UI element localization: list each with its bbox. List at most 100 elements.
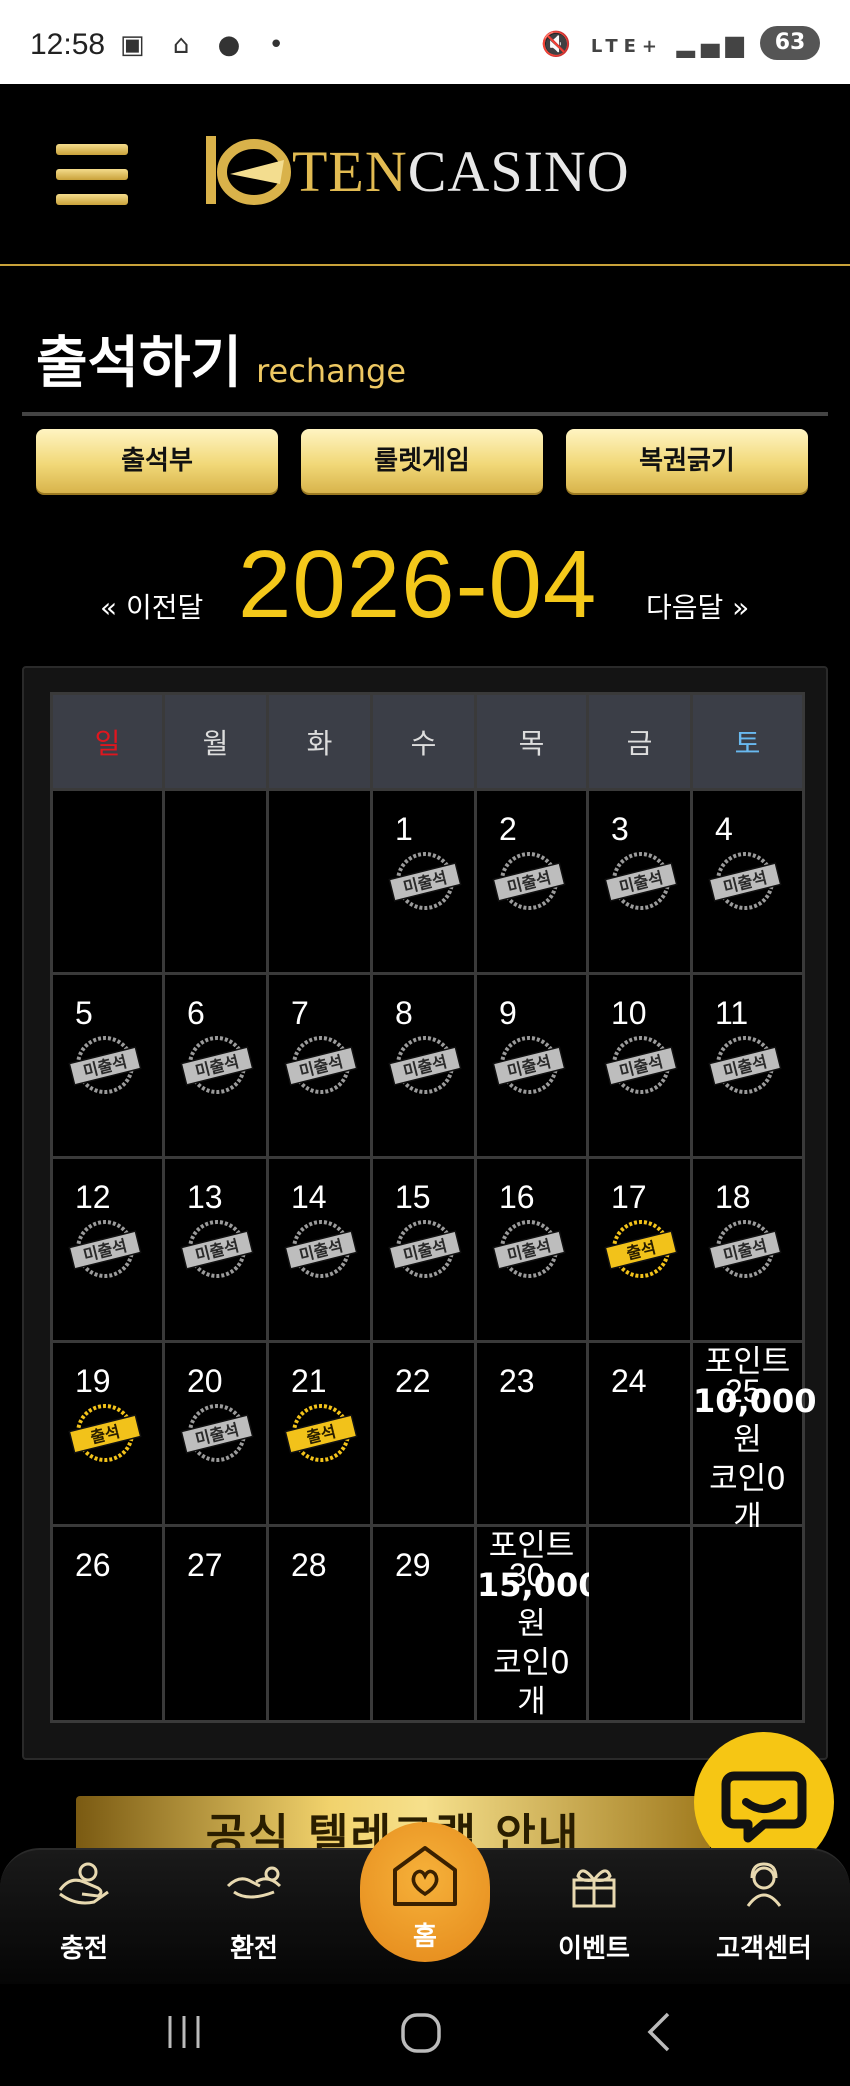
status-time: 12:58 bbox=[30, 28, 106, 61]
page-subtitle: rechange bbox=[256, 352, 406, 390]
calendar-day-cell: 15 미출석 bbox=[370, 1156, 477, 1343]
nav-home[interactable]: 홈 bbox=[360, 1822, 490, 1962]
tab-roulette-game[interactable]: 룰렛게임 bbox=[301, 429, 543, 493]
day-number: 11 bbox=[715, 995, 749, 1031]
calendar-day-cell: 5 미출석 bbox=[50, 972, 165, 1159]
weekday-fri: 금 bbox=[586, 692, 693, 791]
reward-point-label: 포인트 bbox=[704, 1344, 791, 1380]
weekday-sat: 토 bbox=[690, 692, 805, 791]
reward-unit: 원 bbox=[517, 1606, 546, 1642]
calendar-day-cell: 28 bbox=[266, 1524, 373, 1723]
weekday-thu: 목 bbox=[474, 692, 589, 791]
calendar-day-cell: 17 출석 bbox=[586, 1156, 693, 1343]
calendar-day-cell: 21 출석 bbox=[266, 1340, 373, 1527]
status-notification-icons: ▣ ⌂ ● • bbox=[120, 30, 294, 60]
menu-icon[interactable] bbox=[56, 144, 128, 206]
page-title-text: 출석하기 bbox=[36, 331, 243, 396]
reward-amount: 15,000 bbox=[477, 1566, 601, 1604]
absent-stamp-icon: 미출석 bbox=[604, 1036, 678, 1094]
gift-icon bbox=[572, 1869, 616, 1908]
day-number: 12 bbox=[75, 1179, 111, 1215]
calendar-day-cell: 26 bbox=[50, 1524, 165, 1723]
day-number: 22 bbox=[395, 1363, 431, 1399]
calendar-day-cell: 11 미출석 bbox=[690, 972, 805, 1159]
day-number: 23 bbox=[499, 1363, 535, 1399]
calendar-day-cell: 14 미출석 bbox=[266, 1156, 373, 1343]
logo-ten: TEN bbox=[292, 139, 408, 204]
back-icon[interactable] bbox=[640, 2010, 680, 2054]
tab-attendance-book[interactable]: 출석부 bbox=[36, 429, 278, 493]
calendar-day-cell: 30 포인트 15,000 원 코인0 개 bbox=[474, 1524, 601, 1723]
nav-exchange[interactable]: 환전 bbox=[184, 1860, 324, 1965]
weekday-mon: 월 bbox=[162, 692, 269, 791]
logo-casino: CASINO bbox=[407, 139, 630, 204]
calendar-day-cell bbox=[266, 788, 373, 975]
absent-stamp-icon: 미출석 bbox=[708, 1036, 782, 1094]
nav-event[interactable]: 이벤트 bbox=[524, 1860, 664, 1965]
calendar-day-cell: 18 미출석 bbox=[690, 1156, 805, 1343]
absent-stamp-icon: 미출석 bbox=[492, 1036, 566, 1094]
home-heart-icon bbox=[393, 1846, 457, 1906]
system-navigation-bar bbox=[0, 1984, 850, 2086]
home-system-icon[interactable] bbox=[398, 2010, 444, 2056]
recent-apps-icon[interactable] bbox=[162, 2010, 206, 2054]
exchange-hand-icon bbox=[226, 1866, 282, 1899]
absent-stamp-icon: 미출석 bbox=[68, 1220, 142, 1278]
calendar-day-cell: 20 미출석 bbox=[162, 1340, 269, 1527]
nav-charge[interactable]: 충전 bbox=[14, 1860, 154, 1965]
day-number: 13 bbox=[187, 1179, 223, 1215]
absent-stamp-icon: 미출석 bbox=[492, 852, 566, 910]
calendar-day-cell: 22 bbox=[370, 1340, 477, 1527]
nav-support-label: 고객센터 bbox=[716, 1934, 812, 1964]
tab-scratch-lottery[interactable]: 복권긁기 bbox=[566, 429, 808, 493]
calendar-day-cell bbox=[50, 788, 165, 975]
day-number: 15 bbox=[395, 1179, 431, 1215]
day-number: 20 bbox=[187, 1363, 223, 1399]
absent-stamp-icon: 미출석 bbox=[388, 852, 462, 910]
calendar-day-cell: 12 미출석 bbox=[50, 1156, 165, 1343]
day-number: 21 bbox=[291, 1363, 327, 1399]
charge-hand-icon bbox=[58, 1862, 109, 1905]
calendar-week-row: 12 미출석 13 미출석 14 미출석 15 미출석 16 미출석 17 출석 18 미출석 bbox=[50, 1156, 805, 1343]
site-logo[interactable]: TENCASINO bbox=[200, 116, 660, 226]
absent-stamp-icon: 미출석 bbox=[604, 852, 678, 910]
prev-month-link[interactable]: « 이전달 bbox=[100, 586, 203, 626]
day-number: 5 bbox=[75, 995, 93, 1031]
day-number: 4 bbox=[715, 811, 733, 847]
calendar-day-cell: 1 미출석 bbox=[370, 788, 477, 975]
weekday-wed: 수 bbox=[370, 692, 477, 791]
absent-stamp-icon: 미출석 bbox=[68, 1036, 142, 1094]
reward-info: 포인트 15,000 원 코인0 개 bbox=[477, 1527, 601, 1722]
absent-stamp-icon: 미출석 bbox=[180, 1220, 254, 1278]
absent-stamp-icon: 미출석 bbox=[388, 1220, 462, 1278]
nav-support[interactable]: 고객센터 bbox=[694, 1860, 834, 1965]
nav-exchange-label: 환전 bbox=[230, 1934, 278, 1964]
calendar-day-cell: 3 미출석 bbox=[586, 788, 693, 975]
absent-stamp-icon: 미출석 bbox=[708, 1220, 782, 1278]
calendar-day-cell: 8 미출석 bbox=[370, 972, 477, 1159]
battery-indicator: 63 bbox=[760, 26, 820, 60]
day-number: 2 bbox=[499, 811, 517, 847]
absent-stamp-icon: 미출석 bbox=[180, 1404, 254, 1462]
site-header: TENCASINO bbox=[0, 84, 850, 266]
day-number: 26 bbox=[75, 1547, 111, 1583]
day-number: 8 bbox=[395, 995, 413, 1031]
next-month-link[interactable]: 다음달 » bbox=[646, 586, 749, 626]
calendar-table: 일 월 화 수 목 금 토 1 미출석 2 미출석 3 미출석 4 미출석 5 미출석 6 미출석 7 미… bbox=[50, 692, 816, 1723]
support-agent-icon bbox=[746, 1862, 782, 1907]
calendar-week-row: 1 미출석 2 미출석 3 미출석 4 미출석 bbox=[50, 788, 805, 975]
logo-mark-icon bbox=[206, 136, 291, 205]
calendar-day-cell: 24 bbox=[586, 1340, 693, 1527]
day-number: 14 bbox=[291, 1179, 327, 1215]
calendar-day-cell bbox=[586, 1524, 693, 1723]
nav-home-label: 홈 bbox=[413, 1922, 437, 1952]
absent-stamp-icon: 미출석 bbox=[492, 1220, 566, 1278]
day-number: 24 bbox=[611, 1363, 647, 1399]
day-number: 3 bbox=[611, 811, 629, 847]
calendar-week-row: 19 출석 20 미출석 21 출석 22 23 24 25 포인트 10,000 원 코인0 개 bbox=[50, 1340, 816, 1536]
title-divider bbox=[22, 412, 828, 416]
weekday-sun: 일 bbox=[50, 692, 165, 791]
calendar-day-cell: 10 미출석 bbox=[586, 972, 693, 1159]
reward-info: 포인트 10,000 원 코인0 개 bbox=[693, 1343, 816, 1538]
page-title: 출석하기 rechange bbox=[36, 318, 406, 399]
